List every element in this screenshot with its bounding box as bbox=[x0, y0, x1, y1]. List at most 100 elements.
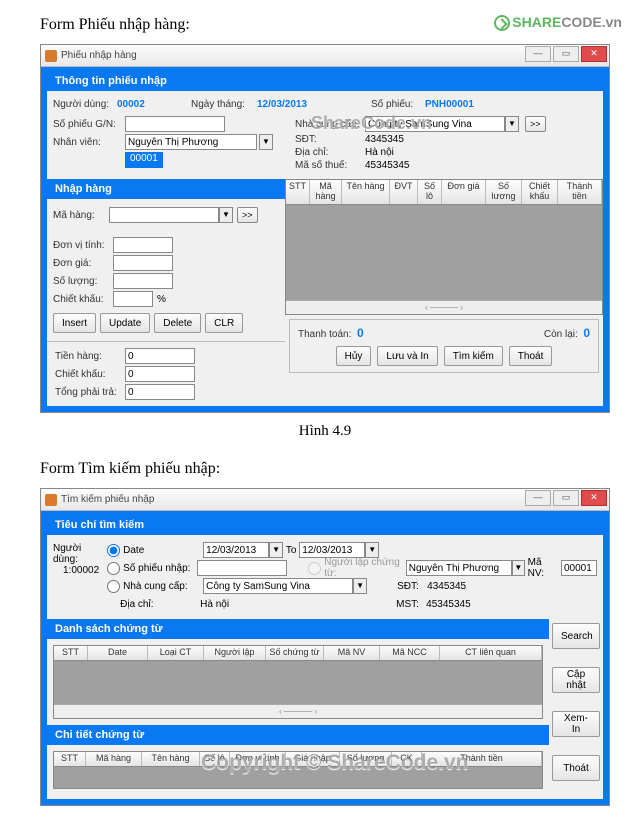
ck-sum-value bbox=[125, 366, 195, 382]
window-icon-2 bbox=[45, 494, 57, 506]
mahang-input[interactable] bbox=[109, 207, 219, 223]
items-grid[interactable]: STT Mã hàng Tên hàng ĐVT Số lô Đơn giá S… bbox=[285, 179, 603, 315]
panel-header-info: Thông tin phiếu nhập bbox=[47, 71, 603, 91]
ncc-more-button[interactable]: >> bbox=[525, 116, 546, 132]
dongia-input[interactable] bbox=[113, 255, 173, 271]
delete-button[interactable]: Delete bbox=[154, 313, 201, 333]
nguoilap-input[interactable] bbox=[406, 560, 512, 576]
ck-sum-label: Chiết khấu: bbox=[55, 369, 125, 380]
sophieu-gn-label: Số phiếu G/N: bbox=[53, 119, 125, 130]
panel-header-list: Danh sách chứng từ bbox=[47, 619, 549, 639]
date-to-picker-icon[interactable]: ▼ bbox=[365, 542, 379, 558]
update-button[interactable]: Update bbox=[100, 313, 150, 333]
sophieu-value: PNH00001 bbox=[425, 99, 474, 110]
date-value: 12/03/2013 bbox=[257, 99, 367, 110]
sdt-value-2: 4345345 bbox=[427, 581, 466, 592]
huy-button[interactable]: Hủy bbox=[336, 346, 372, 366]
sophieu-gn-input[interactable] bbox=[125, 116, 225, 132]
date-from-picker-icon[interactable]: ▼ bbox=[269, 542, 283, 558]
thoat-button-2[interactable]: Thoát bbox=[552, 755, 600, 781]
close-button-2[interactable]: ✕ bbox=[581, 490, 607, 506]
thoat-button[interactable]: Thoát bbox=[509, 346, 553, 366]
nhanvien-code[interactable]: 00001 bbox=[125, 152, 163, 168]
diachi-value: Hà nội bbox=[365, 147, 394, 158]
nhanvien-input[interactable] bbox=[125, 134, 257, 150]
radio-date[interactable] bbox=[107, 544, 120, 557]
timkiem-button[interactable]: Tìm kiếm bbox=[444, 346, 503, 366]
mahang-more-button[interactable]: >> bbox=[237, 207, 258, 223]
maximize-button[interactable]: ▭ bbox=[553, 46, 579, 62]
g1-col-mancc: Mã NCC bbox=[380, 646, 440, 660]
scrollbar-2[interactable]: ‹ ───── › bbox=[54, 704, 542, 718]
radio-sophieu[interactable] bbox=[107, 562, 120, 575]
mst-value-2: 45345345 bbox=[426, 599, 471, 610]
clr-button[interactable]: CLR bbox=[205, 313, 243, 333]
date-from-input[interactable] bbox=[203, 542, 269, 558]
xemin-button[interactable]: Xem-In bbox=[552, 711, 600, 737]
maximize-button-2[interactable]: ▭ bbox=[553, 490, 579, 506]
g1-col-ctlq: CT liên quan bbox=[440, 646, 542, 660]
g2-col-thanhtien: Thành tiền bbox=[422, 752, 542, 766]
nguoilap-dropdown-icon[interactable]: ▼ bbox=[512, 560, 525, 576]
g1-col-stt: STT bbox=[54, 646, 88, 660]
capnhat-button[interactable]: Cập nhật bbox=[552, 667, 600, 693]
g1-col-soct: Số chứng từ bbox=[266, 646, 324, 660]
grid-col-ck: Chiết khấu bbox=[522, 180, 558, 204]
grid-col-tenhang: Tên hàng bbox=[342, 180, 390, 204]
nhanvien-dropdown-icon[interactable]: ▼ bbox=[259, 134, 273, 150]
window-titlebar[interactable]: Phiếu nhập hàng — ▭ ✕ bbox=[41, 45, 609, 67]
chietkhau-label: Chiết khấu: bbox=[53, 294, 113, 305]
grid-col-dongia: Đơn giá bbox=[442, 180, 486, 204]
manv-label: Mã NV: bbox=[528, 557, 559, 579]
soluong-label: Số lượng: bbox=[53, 276, 113, 287]
nhanvien-label: Nhân viên: bbox=[53, 137, 125, 148]
scrollbar[interactable]: ‹ ───── › bbox=[286, 300, 602, 314]
thanhtoan-label: Thanh toán: bbox=[298, 329, 351, 340]
dongia-label: Đơn giá: bbox=[53, 258, 113, 269]
date-to-input[interactable] bbox=[299, 542, 365, 558]
tongtra-value bbox=[125, 384, 195, 400]
soluong-input[interactable] bbox=[113, 273, 173, 289]
user-label: Người dùng: bbox=[53, 99, 113, 110]
window-icon bbox=[45, 50, 57, 62]
opt-ncc-label: Nhà cung cấp: bbox=[123, 581, 203, 592]
grid-col-stt: STT bbox=[286, 180, 310, 204]
opt-sophieu-label: Số phiếu nhập: bbox=[123, 563, 197, 574]
grid-col-soluong: Số lương bbox=[486, 180, 522, 204]
opt-nguoilap-label: Người lập chứng từ: bbox=[324, 557, 406, 579]
tienhang-value bbox=[125, 348, 195, 364]
radio-ncc[interactable] bbox=[107, 580, 120, 593]
g2-col-dvt: Đơn vị tính bbox=[230, 752, 286, 766]
results-grid-2[interactable]: STT Mã hàng Tên hàng Số lô Đơn vị tính G… bbox=[53, 751, 543, 789]
sharecode-logo: SHARECODE.vn bbox=[494, 14, 622, 31]
minimize-button-2[interactable]: — bbox=[525, 490, 551, 506]
minimize-button[interactable]: — bbox=[525, 46, 551, 62]
mahang-dropdown-icon[interactable]: ▼ bbox=[219, 207, 233, 223]
dvt-input[interactable] bbox=[113, 237, 173, 253]
g1-col-date: Date bbox=[88, 646, 148, 660]
search-button[interactable]: Search bbox=[552, 623, 600, 649]
mst-value: 45345345 bbox=[365, 160, 410, 171]
thanhtoan-value: 0 bbox=[357, 326, 364, 340]
conlai-value: 0 bbox=[583, 326, 590, 340]
g1-col-nguoilap: Người lập bbox=[204, 646, 266, 660]
window-titlebar-2[interactable]: Tìm kiếm phiếu nhập — ▭ ✕ bbox=[41, 489, 609, 511]
ncc-search-input[interactable] bbox=[203, 578, 353, 594]
results-grid-1[interactable]: STT Date Loại CT Người lập Số chứng từ M… bbox=[53, 645, 543, 719]
ncc-search-dropdown-icon[interactable]: ▼ bbox=[353, 578, 367, 594]
diachi-value-2: Hà nội bbox=[200, 599, 370, 610]
insert-button[interactable]: Insert bbox=[53, 313, 96, 333]
grid-col-mahang: Mã hàng bbox=[310, 180, 342, 204]
luuin-button[interactable]: Lưu và In bbox=[377, 346, 437, 366]
g2-col-solo: Số lô bbox=[200, 752, 230, 766]
close-button[interactable]: ✕ bbox=[581, 46, 607, 62]
chietkhau-input[interactable] bbox=[113, 291, 153, 307]
sophieu-search-input[interactable] bbox=[197, 560, 287, 576]
user-value: 00002 bbox=[117, 99, 187, 110]
dvt-label: Đơn vị tính: bbox=[53, 240, 113, 251]
ncc-dropdown-icon[interactable]: ▼ bbox=[505, 116, 519, 132]
ncc-input[interactable] bbox=[365, 116, 505, 132]
g2-col-mahang: Mã hàng bbox=[86, 752, 142, 766]
g2-col-tenhang: Tên hàng bbox=[142, 752, 200, 766]
date-label: Ngày tháng: bbox=[191, 99, 253, 110]
